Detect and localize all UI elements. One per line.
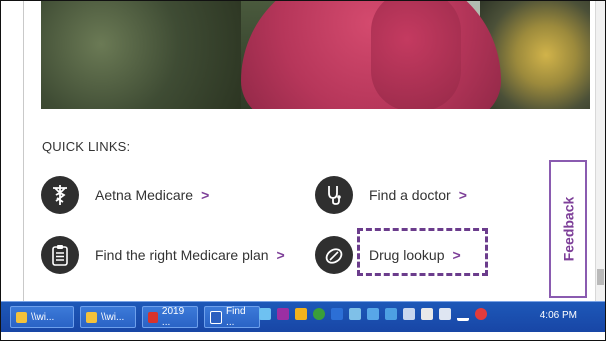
volume-icon[interactable]	[475, 307, 487, 320]
scrollbar[interactable]	[595, 1, 605, 301]
taskbar-button-label: Find ...	[226, 306, 246, 328]
browser-window: QUICK LINKS: Aetna Medicare > Find a doc…	[0, 0, 606, 341]
taskbar-button-label: \\wi...	[31, 311, 55, 323]
highlight-box	[357, 228, 488, 276]
system-tray	[259, 306, 493, 321]
taskbar-button-pdf[interactable]: 2019 ...	[142, 306, 198, 328]
wifi-icon[interactable]	[439, 307, 451, 320]
link-label: Aetna Medicare	[95, 187, 194, 203]
taskbar-button-explorer-1[interactable]: \\wi...	[10, 306, 74, 328]
feedback-button[interactable]: Feedback	[549, 160, 587, 298]
pdf-icon	[148, 311, 158, 323]
word-icon	[210, 310, 223, 324]
taskbar-button-explorer-2[interactable]: \\wi...	[80, 306, 136, 328]
hero-person-arm	[371, 1, 461, 109]
tool-icon[interactable]	[349, 307, 361, 320]
feedback-label: Feedback	[560, 196, 576, 262]
clipboard-icon	[41, 236, 79, 274]
chevron-right-icon: >	[458, 187, 467, 203]
link-label: Find a doctor	[369, 187, 451, 203]
link-find-right-medicare-plan[interactable]: Find the right Medicare plan >	[41, 236, 285, 274]
caduceus-icon	[41, 176, 79, 214]
outlook-icon[interactable]	[295, 307, 307, 320]
quick-links-heading: QUICK LINKS:	[42, 139, 131, 154]
link-label: Find the right Medicare plan	[95, 247, 269, 263]
onedrive-icon[interactable]	[367, 307, 379, 320]
network-icon[interactable]	[259, 307, 271, 320]
word-icon[interactable]	[331, 307, 343, 320]
chevron-right-icon: >	[201, 187, 210, 203]
scrollbar-thumb[interactable]	[597, 269, 604, 285]
pill-icon	[315, 236, 353, 274]
calendar-icon[interactable]	[385, 307, 397, 320]
taskbar-button-label: \\wi...	[101, 311, 125, 323]
hero-image	[41, 1, 590, 109]
printer-icon[interactable]	[421, 307, 433, 320]
link-aetna-medicare[interactable]: Aetna Medicare >	[41, 176, 209, 214]
stethoscope-icon	[315, 176, 353, 214]
taskbar-button-label: 2019 ...	[161, 306, 185, 328]
taskbar-clock[interactable]: 4:06 PM	[540, 310, 577, 321]
hero-trees-left	[41, 1, 241, 109]
onenote-icon[interactable]	[277, 307, 289, 320]
taskbar-button-word[interactable]: Find ...	[204, 306, 260, 328]
windows-taskbar: \\wi... \\wi... 2019 ... Find ... 4:06 P…	[1, 301, 605, 332]
signal-icon[interactable]	[457, 306, 469, 321]
bottom-border	[1, 332, 605, 340]
folder-icon	[86, 311, 97, 323]
folder-icon	[16, 311, 27, 323]
keyboard-icon[interactable]	[403, 307, 415, 320]
chrome-icon[interactable]	[313, 307, 325, 320]
left-margin	[1, 1, 24, 301]
link-find-a-doctor[interactable]: Find a doctor >	[315, 176, 467, 214]
chevron-right-icon: >	[276, 247, 285, 263]
